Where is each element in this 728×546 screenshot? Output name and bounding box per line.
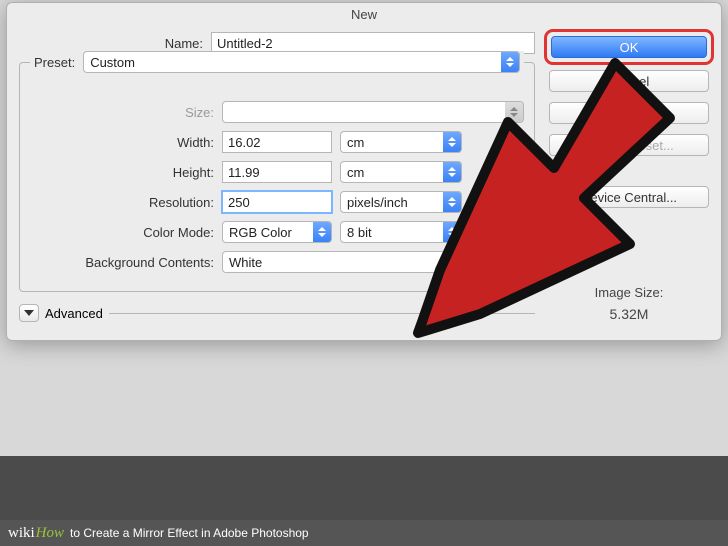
- size-label: Size:: [30, 105, 214, 120]
- image-size-value: 5.32M: [549, 306, 709, 322]
- chevrons-icon: [505, 102, 523, 122]
- width-unit-select[interactable]: cm: [340, 131, 462, 153]
- advanced-label: Advanced: [45, 306, 103, 321]
- device-central-button[interactable]: Device Central...: [549, 186, 709, 208]
- advanced-disclosure-button[interactable]: [19, 304, 39, 322]
- bgcontents-select[interactable]: White: [222, 251, 524, 273]
- image-size-label: Image Size:: [549, 285, 709, 300]
- name-label: Name:: [19, 36, 203, 51]
- chevrons-icon: [313, 222, 331, 242]
- new-document-dialog: New Name: Preset: Custom: [6, 2, 722, 341]
- chevron-down-icon: [24, 310, 34, 316]
- caption-bar: wiki How to Create a Mirror Effect in Ad…: [0, 520, 728, 546]
- divider: [109, 313, 535, 314]
- colordepth-select[interactable]: 8 bit: [340, 221, 462, 243]
- chevrons-icon: [443, 162, 461, 182]
- preset-select[interactable]: Custom: [83, 51, 520, 73]
- chevrons-icon: [443, 132, 461, 152]
- resolution-unit-select[interactable]: pixels/inch: [340, 191, 462, 213]
- chevrons-icon: [501, 52, 519, 72]
- bgcontents-label: Background Contents:: [30, 255, 214, 270]
- caption-article: to Create a Mirror Effect in Adobe Photo…: [70, 526, 309, 540]
- delete-preset-button: Delete Preset...: [549, 134, 709, 156]
- width-input[interactable]: [222, 131, 332, 153]
- ok-button[interactable]: OK: [551, 36, 707, 58]
- preset-label: Preset:: [34, 55, 75, 70]
- brand-how: How: [36, 525, 64, 542]
- brand-wiki: wiki: [8, 525, 35, 542]
- height-unit-select[interactable]: cm: [340, 161, 462, 183]
- chevrons-icon: [443, 192, 461, 212]
- save-preset-button[interactable]: Save Preset...: [549, 102, 709, 124]
- colormode-label: Color Mode:: [30, 225, 214, 240]
- cancel-button[interactable]: Cancel: [549, 70, 709, 92]
- resolution-input[interactable]: [222, 191, 332, 213]
- height-label: Height:: [30, 165, 214, 180]
- resolution-label: Resolution:: [30, 195, 214, 210]
- height-input[interactable]: [222, 161, 332, 183]
- size-select: [222, 101, 524, 123]
- colormode-select[interactable]: RGB Color: [222, 221, 332, 243]
- chevrons-icon: [443, 222, 461, 242]
- width-label: Width:: [30, 135, 214, 150]
- chevrons-icon: [505, 252, 523, 272]
- dialog-title: New: [7, 3, 721, 28]
